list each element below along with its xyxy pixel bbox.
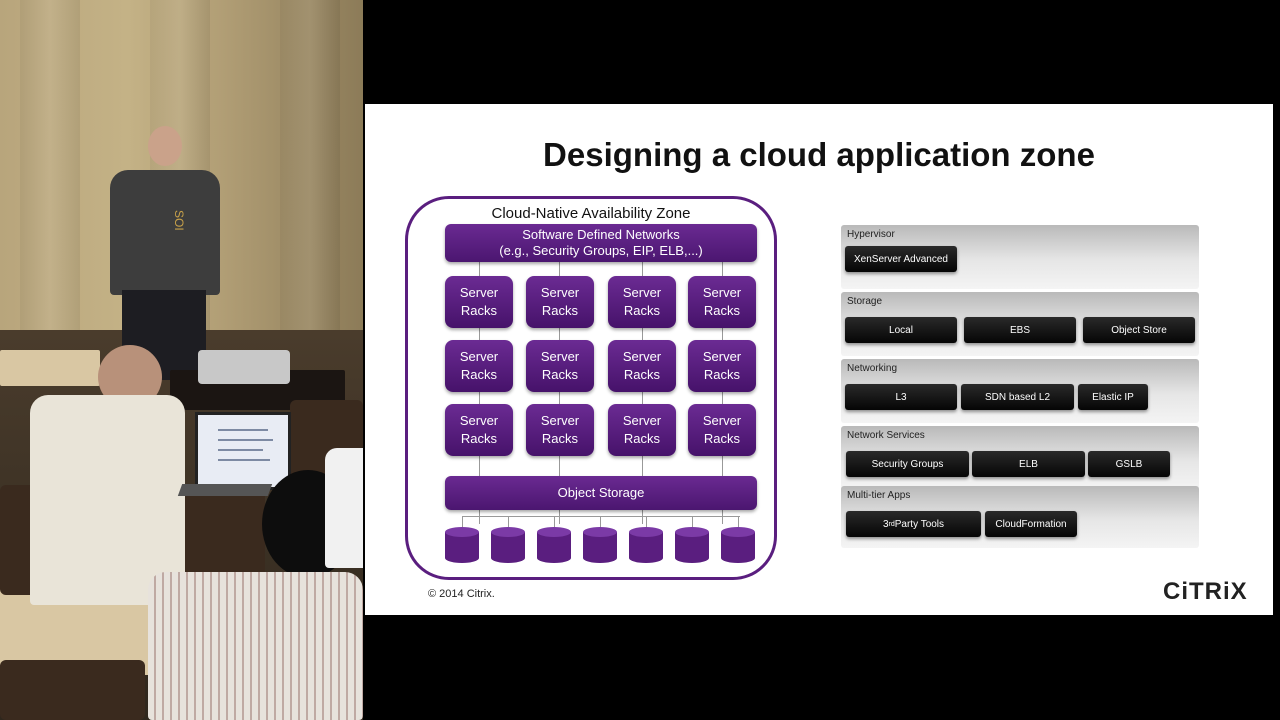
chip-object-store: Object Store bbox=[1083, 317, 1195, 343]
network-services-section: Network Services Security Groups ELB GSL… bbox=[841, 426, 1199, 490]
server-rack: Server Racks bbox=[688, 276, 756, 328]
sdn-bar: Software Defined Networks (e.g., Securit… bbox=[445, 224, 757, 262]
curtain bbox=[20, 0, 80, 330]
storage-disk-icon bbox=[629, 527, 663, 563]
server-rack: Server Racks bbox=[526, 276, 594, 328]
sdn-examples: (e.g., Security Groups, EIP, ELB,...) bbox=[499, 243, 703, 258]
chip-l3: L3 bbox=[845, 384, 957, 410]
projector bbox=[198, 350, 290, 384]
shirt-text: SOI bbox=[172, 210, 186, 231]
section-label: Hypervisor bbox=[847, 229, 895, 240]
chip-elb: ELB bbox=[972, 451, 1085, 477]
chip-xenserver: XenServer Advanced bbox=[845, 246, 957, 272]
chip-elastic-ip: Elastic IP bbox=[1078, 384, 1148, 410]
hypervisor-section: Hypervisor XenServer Advanced bbox=[841, 225, 1199, 289]
storage-disk-icon bbox=[537, 527, 571, 563]
section-label: Networking bbox=[847, 363, 898, 374]
laptop-screen bbox=[195, 412, 291, 490]
chip-sdn-l2: SDN based L2 bbox=[961, 384, 1074, 410]
server-rack: Server Racks bbox=[608, 404, 676, 456]
chip-gslb: GSLB bbox=[1088, 451, 1170, 477]
storage-disk-icon bbox=[445, 527, 479, 563]
presentation-slide: Designing a cloud application zone Cloud… bbox=[365, 104, 1273, 615]
chip-local: Local bbox=[845, 317, 957, 343]
chip-security-groups: Security Groups bbox=[846, 451, 969, 477]
storage-disk-icon bbox=[583, 527, 617, 563]
curtain bbox=[280, 0, 340, 330]
presenter-head bbox=[148, 126, 182, 166]
attendee-shirt bbox=[148, 572, 363, 720]
chip-third-party-tools: 3rd Party Tools bbox=[846, 511, 981, 537]
sdn-label: Software Defined Networks bbox=[522, 227, 680, 242]
presenter-video: SOI bbox=[0, 0, 363, 720]
server-rack: Server Racks bbox=[445, 404, 513, 456]
server-rack: Server Racks bbox=[688, 340, 756, 392]
slide-title: Designing a cloud application zone bbox=[543, 136, 1095, 173]
chip-ebs: EBS bbox=[964, 317, 1076, 343]
chair bbox=[0, 660, 145, 720]
section-label: Storage bbox=[847, 296, 883, 307]
server-rack: Server Racks bbox=[608, 340, 676, 392]
server-rack: Server Racks bbox=[526, 404, 594, 456]
storage-disk-icon bbox=[675, 527, 709, 563]
copyright: © 2014 Citrix. bbox=[428, 588, 495, 600]
server-rack: Server Racks bbox=[445, 340, 513, 392]
server-rack: Server Racks bbox=[526, 340, 594, 392]
storage-section: Storage Local EBS Object Store bbox=[841, 292, 1199, 356]
attendee-shirt bbox=[325, 448, 363, 568]
chip-cloudformation: CloudFormation bbox=[985, 511, 1077, 537]
table bbox=[0, 350, 100, 386]
storage-disk-icon bbox=[721, 527, 755, 563]
storage-disk-icon bbox=[491, 527, 525, 563]
laptop-base bbox=[177, 484, 273, 496]
server-rack: Server Racks bbox=[445, 276, 513, 328]
networking-section: Networking L3 SDN based L2 Elastic IP bbox=[841, 359, 1199, 423]
presenter-shirt: SOI bbox=[110, 170, 220, 295]
section-label: Network Services bbox=[847, 430, 925, 441]
section-label: Multi-tier Apps bbox=[847, 490, 911, 501]
server-rack: Server Racks bbox=[608, 276, 676, 328]
object-storage-bar: Object Storage bbox=[445, 476, 757, 510]
availability-zone-title: Cloud-Native Availability Zone bbox=[491, 205, 691, 222]
server-rack: Server Racks bbox=[688, 404, 756, 456]
citrix-logo: CiTRiX bbox=[1163, 578, 1248, 605]
multitier-apps-section: Multi-tier Apps 3rd Party Tools CloudFor… bbox=[841, 486, 1199, 548]
